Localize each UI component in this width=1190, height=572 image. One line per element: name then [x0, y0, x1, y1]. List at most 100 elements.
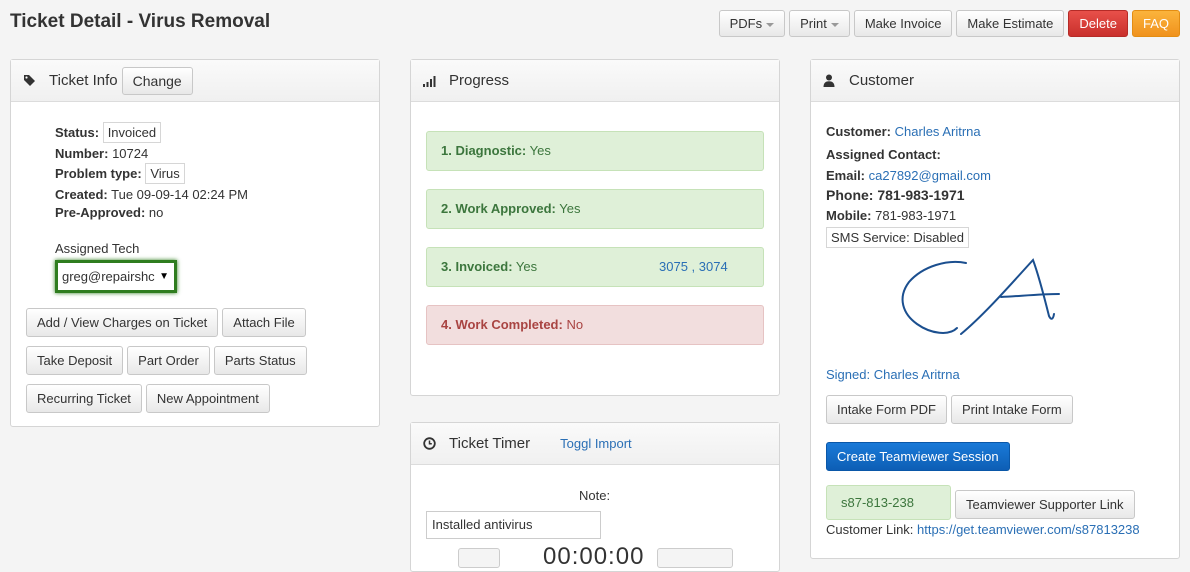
- customer-panel: Customer Customer: Charles Aritrna Assig…: [810, 59, 1180, 559]
- ticket-timer-header: Ticket Timer Toggl Import: [411, 423, 779, 465]
- progress-item-work-approved: 2. Work Approved: Yes: [426, 189, 764, 229]
- make-estimate-button[interactable]: Make Estimate: [956, 10, 1065, 37]
- ticket-info-title: Ticket Info: [49, 72, 118, 89]
- attach-file-button[interactable]: Attach File: [222, 308, 306, 337]
- recurring-ticket-button[interactable]: Recurring Ticket: [26, 384, 142, 413]
- progress-item-label: 1. Diagnostic:: [441, 143, 527, 158]
- progress-item-invoiced: 3. Invoiced: Yes 3075 , 3074: [426, 247, 764, 287]
- status-row: Status: Invoiced: [55, 122, 162, 143]
- progress-item-label: 3. Invoiced:: [441, 259, 513, 274]
- progress-item-value: Yes: [559, 201, 581, 216]
- customer-label: Customer:: [826, 124, 892, 139]
- number-label: Number:: [55, 146, 109, 161]
- assigned-tech-value: greg@repairshc: [62, 269, 155, 284]
- signed-link[interactable]: Signed: Charles Aritrna: [826, 367, 960, 382]
- clock-icon: [423, 437, 437, 450]
- progress-item-diagnostic: 1. Diagnostic: Yes: [426, 131, 764, 171]
- ticket-timer-panel: Ticket Timer Toggl Import Note: Installe…: [410, 422, 780, 572]
- preapproved-label: Pre-Approved:: [55, 205, 146, 220]
- status-value: Invoiced: [102, 122, 162, 143]
- customer-name-row: Customer: Charles Aritrna: [826, 124, 981, 139]
- progress-item-value: No: [566, 317, 584, 332]
- progress-item-label: 4. Work Completed:: [441, 317, 563, 332]
- print-dropdown-button[interactable]: Print: [789, 10, 850, 37]
- preapproved-value: no: [148, 205, 164, 220]
- create-teamviewer-session-button[interactable]: Create Teamviewer Session: [826, 442, 1010, 471]
- progress-title: Progress: [449, 72, 510, 89]
- sms-status-badge: SMS Service: Disabled: [826, 227, 969, 248]
- delete-button[interactable]: Delete: [1068, 10, 1128, 37]
- mobile-row: Mobile: 781-983-1971: [826, 208, 956, 223]
- progress-item-label: 2. Work Approved:: [441, 201, 556, 216]
- ticket-timer-title: Ticket Timer: [449, 435, 531, 452]
- top-actions-toolbar: PDFs Print Make Invoice Make Estimate De…: [718, 10, 1180, 37]
- assigned-tech-select[interactable]: greg@repairshc ▼: [55, 260, 177, 293]
- parts-status-button[interactable]: Parts Status: [213, 346, 307, 375]
- note-input[interactable]: Installed antivirus: [426, 511, 601, 539]
- problem-type-value: Virus: [145, 163, 185, 184]
- created-row: Created: Tue 09-09-14 02:24 PM: [55, 187, 248, 202]
- progress-panel: Progress 1. Diagnostic: Yes 2. Work Appr…: [410, 59, 780, 396]
- intake-form-pdf-button[interactable]: Intake Form PDF: [826, 395, 947, 424]
- print-intake-form-button[interactable]: Print Intake Form: [950, 395, 1073, 424]
- status-label: Status:: [55, 125, 100, 140]
- progress-item-value: Yes: [529, 143, 551, 158]
- customer-link-label: Customer Link:: [826, 522, 914, 537]
- problem-type-label: Problem type:: [55, 166, 142, 181]
- invoice-links[interactable]: 3075 , 3074: [659, 248, 728, 286]
- progress-item-value: Yes: [515, 259, 538, 274]
- phone-row: Phone: 781-983-1971: [826, 187, 965, 203]
- email-label: Email:: [826, 168, 866, 183]
- email-link[interactable]: ca27892@gmail.com: [869, 168, 991, 183]
- teamviewer-id-box: s87-813-238: [826, 485, 951, 520]
- faq-button[interactable]: FAQ: [1131, 10, 1180, 37]
- created-label: Created:: [55, 187, 108, 202]
- page-title: Ticket Detail - Virus Removal: [10, 11, 271, 32]
- customer-link-url[interactable]: https://get.teamviewer.com/s87813238: [917, 522, 1140, 537]
- toggl-import-link[interactable]: Toggl Import: [560, 436, 632, 451]
- preapproved-row: Pre-Approved: no: [55, 205, 163, 220]
- number-value: 10724: [112, 146, 149, 161]
- customer-name-link[interactable]: Charles Aritrna: [895, 124, 981, 139]
- email-row: Email: ca27892@gmail.com: [826, 168, 991, 183]
- caret-down-icon: [830, 22, 839, 27]
- user-icon: [823, 74, 837, 87]
- progress-item-work-completed: 4. Work Completed: No: [426, 305, 764, 345]
- ticket-info-header: Ticket Info Change: [11, 60, 379, 102]
- ticket-actions-row-3: Recurring Ticket New Appointment: [26, 384, 270, 413]
- number-row: Number: 10724: [55, 146, 148, 161]
- mobile-label: Mobile:: [826, 208, 872, 223]
- new-appointment-button[interactable]: New Appointment: [145, 384, 270, 413]
- assigned-tech-label: Assigned Tech: [55, 241, 140, 256]
- ticket-actions-row-1: Add / View Charges on Ticket Attach File: [26, 308, 306, 337]
- teamviewer-supporter-link-button[interactable]: Teamviewer Supporter Link: [955, 490, 1135, 519]
- signal-bars-icon: [423, 75, 437, 87]
- take-deposit-button[interactable]: Take Deposit: [26, 346, 124, 375]
- ticket-actions-row-2: Take Deposit Part Order Parts Status: [26, 346, 307, 375]
- assigned-contact-label: Assigned Contact:: [826, 147, 941, 162]
- ticket-info-panel: Ticket Info Change Status: Invoiced Numb…: [10, 59, 380, 427]
- phone-value: 781-983-1971: [877, 187, 965, 203]
- part-order-button[interactable]: Part Order: [127, 346, 210, 375]
- note-label: Note:: [579, 488, 611, 503]
- tag-icon: [23, 74, 37, 87]
- pdfs-dropdown-button[interactable]: PDFs: [718, 10, 786, 37]
- timer-display: 00:00:00: [543, 543, 645, 570]
- timer-left-button[interactable]: [458, 548, 500, 568]
- change-button[interactable]: Change: [121, 66, 193, 95]
- customer-title: Customer: [849, 72, 915, 89]
- pdfs-label: PDFs: [729, 16, 763, 31]
- make-invoice-button[interactable]: Make Invoice: [853, 10, 953, 37]
- created-value: Tue 09-09-14 02:24 PM: [111, 187, 248, 202]
- print-label: Print: [800, 16, 827, 31]
- customer-header: Customer: [811, 60, 1179, 102]
- add-view-charges-button[interactable]: Add / View Charges on Ticket: [26, 308, 219, 337]
- customer-signature-image: [901, 258, 1060, 335]
- timer-right-button[interactable]: [657, 548, 733, 568]
- mobile-value: 781-983-1971: [875, 208, 957, 223]
- customer-link-row: Customer Link: https://get.teamviewer.co…: [826, 522, 1140, 537]
- progress-header: Progress: [411, 60, 779, 102]
- phone-label: Phone:: [826, 187, 874, 203]
- problem-type-row: Problem type: Virus: [55, 163, 185, 184]
- caret-down-icon: [766, 22, 775, 27]
